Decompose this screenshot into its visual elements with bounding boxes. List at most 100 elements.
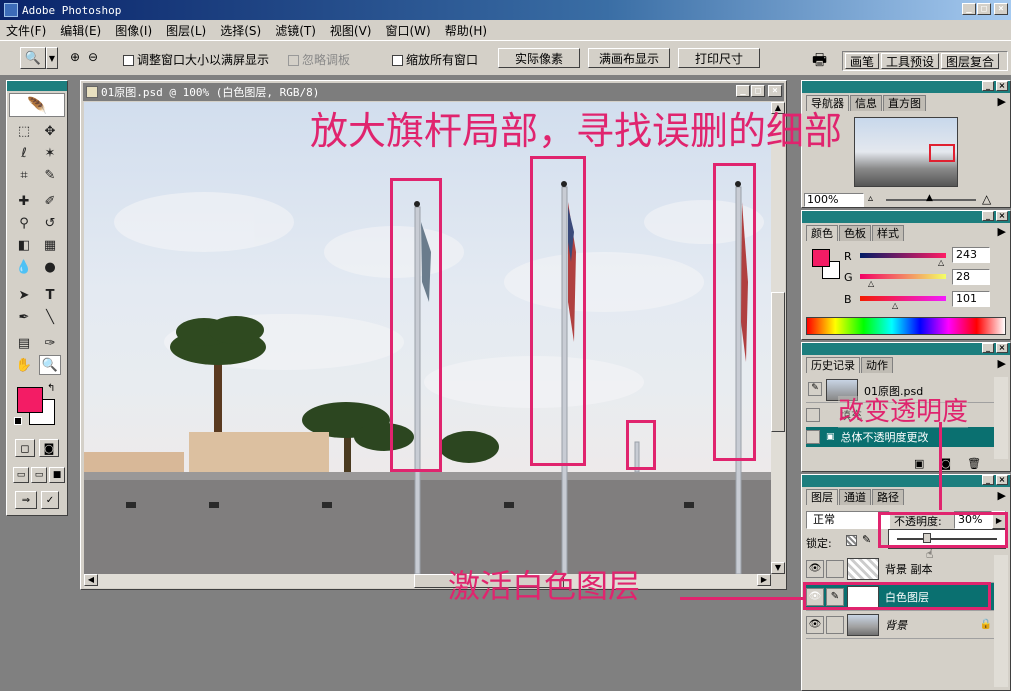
menu-filter[interactable]: 滤镜(T) [275,22,316,39]
brush-tool-icon[interactable]: ✐ [39,191,61,211]
b-value-field[interactable]: 101 [952,291,990,307]
marquee-tool-icon[interactable]: ⬚ [13,121,35,141]
r-slider[interactable] [860,253,946,258]
document-title-bar[interactable]: 01原图.psd @ 100% (白色图层, RGB/8) _ □ × [83,83,784,101]
dodge-tool-icon[interactable]: ● [39,257,61,277]
tab-styles[interactable]: 样式 [872,225,904,241]
layers-panel-header[interactable]: _ × [802,475,1010,487]
tab-actions[interactable]: 动作 [861,357,893,373]
checkbox-icon[interactable] [123,55,134,66]
color-panel-header[interactable]: _ × [802,211,1010,223]
menu-help[interactable]: 帮助(H) [445,22,487,39]
resize-window-checkbox[interactable]: 调整窗口大小以满屏显示 [123,51,269,68]
layers-menu-icon[interactable]: ▶ [998,489,1006,502]
zoom-tool-preset-icon[interactable]: 🔍 [20,47,46,69]
imageready-icon[interactable]: ✓ [41,491,59,509]
blur-tool-icon[interactable]: 💧 [13,257,35,277]
checkbox-icon[interactable] [392,55,403,66]
lock-paint-icon[interactable]: ✎ [862,533,871,546]
doc-maximize-button[interactable]: □ [751,85,765,97]
foreground-color-swatch[interactable] [17,387,43,413]
r-slider-thumb[interactable]: △ [938,258,944,267]
tab-swatches[interactable]: 色板 [839,225,871,241]
history-close-button[interactable]: × [996,343,1008,353]
feather-logo-icon[interactable]: 🪶 [9,93,65,117]
layer-row-background[interactable]: 👁 背景 🔒 [806,611,996,639]
quick-mask-mode-icon[interactable]: ◙ [39,439,59,457]
layer-link-box[interactable] [826,615,844,634]
swap-colors-icon[interactable]: ↰ [47,383,55,394]
navigator-panel-header[interactable]: _ × [802,81,1010,93]
pen-tool-icon[interactable]: ✒ [13,307,35,327]
layers-close-button[interactable]: × [996,475,1008,485]
navigator-zoom-in-icon[interactable]: △ [982,192,991,206]
crop-tool-icon[interactable]: ⌗ [13,165,35,185]
b-slider-thumb[interactable]: △ [892,301,898,310]
navigator-zoom-field[interactable]: 100% [804,193,864,207]
navigator-view-box[interactable] [929,144,955,162]
healing-brush-tool-icon[interactable]: ✚ [13,191,35,211]
vertical-scroll-thumb[interactable] [771,292,785,432]
history-menu-icon[interactable]: ▶ [998,357,1006,370]
standard-mode-icon[interactable]: ◻ [15,439,35,457]
tab-info[interactable]: 信息 [850,95,882,111]
layer-comps-tab[interactable]: 图层复合 [941,53,1000,69]
trash-icon[interactable]: 🗑 [967,457,981,470]
doc-minimize-button[interactable]: _ [736,85,750,97]
tab-history[interactable]: 历史记录 [806,357,860,373]
history-brush-tool-icon[interactable]: ↺ [39,213,61,233]
g-slider-thumb[interactable]: △ [868,279,874,288]
history-item-opacity-change[interactable]: ▣ 总体不透明度更改 [806,427,994,447]
screen-mode-menubar-icon[interactable]: ▭ [31,467,47,483]
eraser-tool-icon[interactable]: ◧ [13,235,35,255]
layer-row-background-copy[interactable]: 👁 背景 副本 [806,555,996,583]
menu-window[interactable]: 窗口(W) [385,22,430,39]
tab-color[interactable]: 颜色 [806,225,838,241]
jump-to-imageready-icon[interactable]: ⇒ [15,491,37,509]
preset-dropdown-icon[interactable]: ▼ [46,47,58,69]
menu-image[interactable]: 图像(I) [115,22,152,39]
history-brush-icon[interactable]: ✎ [808,382,822,396]
notes-tool-icon[interactable]: ▤ [13,333,35,353]
default-colors-icon[interactable] [14,417,22,425]
horizontal-scrollbar[interactable]: ◀ ▶ [84,574,771,588]
color-menu-icon[interactable]: ▶ [998,225,1006,238]
toolbox-title-bar[interactable] [7,81,67,91]
b-slider[interactable] [860,296,946,301]
g-value-field[interactable]: 28 [952,269,990,285]
minimize-button[interactable]: _ [962,3,976,15]
lock-transparency-icon[interactable] [846,535,857,546]
layers-minimize-button[interactable]: _ [982,475,994,485]
line-tool-icon[interactable]: ╲ [39,307,61,327]
history-panel-header[interactable]: _ × [802,343,1010,355]
layers-scrollbar[interactable] [994,555,1008,687]
actual-pixels-button[interactable]: 实际像素 [498,48,580,68]
layer-link-box[interactable] [826,559,844,578]
print-icon[interactable]: 🖶 [812,49,827,76]
navigator-close-button[interactable]: × [996,81,1008,91]
zoom-tool-icon[interactable]: 🔍 [39,355,61,375]
navigator-thumbnail[interactable] [854,117,958,187]
history-item-brush-box[interactable] [806,430,820,444]
zoom-out-icon[interactable]: ⊖ [88,50,98,64]
scroll-down-icon[interactable]: ▼ [771,562,785,574]
menu-layer[interactable]: 图层(L) [166,22,206,39]
eye-icon[interactable]: 👁 [806,615,824,634]
history-scrollbar[interactable] [994,377,1008,459]
menu-edit[interactable]: 编辑(E) [60,22,101,39]
eye-icon[interactable]: 👁 [806,559,824,578]
navigator-menu-icon[interactable]: ▶ [998,95,1006,108]
type-tool-icon[interactable]: T [39,285,61,305]
menu-view[interactable]: 视图(V) [330,22,372,39]
lasso-tool-icon[interactable]: ℓ [13,143,35,163]
fit-screen-button[interactable]: 满画布显示 [588,48,670,68]
tab-layers[interactable]: 图层 [806,489,838,505]
move-tool-icon[interactable]: ✥ [39,121,61,141]
zoom-all-checkbox[interactable]: 缩放所有窗口 [392,51,478,68]
tool-presets-tab[interactable]: 工具预设 [881,53,940,69]
scroll-right-icon[interactable]: ▶ [757,574,771,586]
gradient-tool-icon[interactable]: ▦ [39,235,61,255]
maximize-button[interactable]: □ [977,3,991,15]
color-close-button[interactable]: × [996,211,1008,221]
navigator-zoom-slider-thumb[interactable]: ▲ [926,193,933,203]
